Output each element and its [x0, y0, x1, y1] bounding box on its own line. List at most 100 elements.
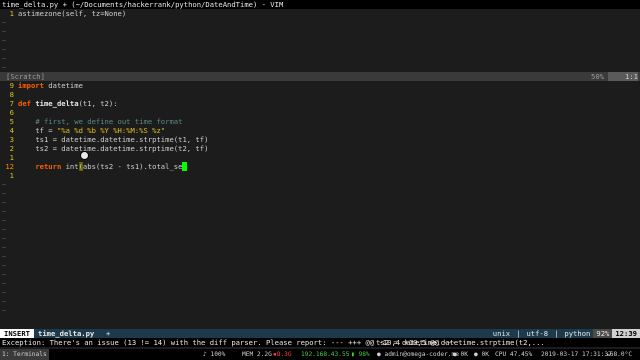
split-position: 1:1	[608, 72, 638, 81]
tilde-marker: ~	[2, 45, 7, 54]
tilde-marker: ~	[2, 27, 7, 36]
status-ok-2: ● 0K	[474, 349, 489, 360]
line-number: 1	[9, 171, 14, 180]
code-line[interactable]: 7 def time_delta(t1, t2):	[0, 99, 640, 108]
tilde-marker: ~	[2, 234, 7, 243]
battery-value: 98%	[358, 351, 370, 358]
line-text: astimezone(self, tz=None)	[18, 9, 127, 18]
tilde-marker: ~	[2, 270, 7, 279]
line-number: 5	[9, 117, 14, 126]
line-number: 1	[9, 9, 14, 18]
tilde-marker: ~	[2, 198, 7, 207]
code-line[interactable]: 6	[0, 108, 640, 117]
battery-indicator: ▮ 98%	[351, 349, 370, 360]
ok-value: 0K	[481, 351, 489, 358]
code-line[interactable]: 9 import datetime	[0, 81, 640, 90]
file-format: unix	[492, 329, 511, 338]
line-number: 9	[9, 81, 14, 90]
current-line-number: 12	[5, 162, 14, 171]
cursor-position: 12:39	[612, 329, 640, 338]
line-number: 7	[9, 99, 14, 108]
line-number: 4	[9, 126, 14, 135]
tilde-marker: ~	[2, 216, 7, 225]
clock: 2019-03-17 17:31:37	[541, 351, 612, 358]
disk-value: 8.3G	[276, 351, 292, 358]
tilde-marker: ~	[2, 36, 7, 45]
code-line[interactable]: 8	[0, 90, 640, 99]
tilde-marker: ~	[2, 207, 7, 216]
modified-flag: +	[106, 329, 111, 338]
code-text: datetime	[43, 81, 83, 90]
code-text: tf =	[35, 126, 57, 135]
speaker-icon: ♪	[203, 351, 207, 358]
keyword: return	[35, 162, 62, 171]
ip-address: 192.168.43.55	[301, 351, 350, 358]
split-buffer-name: [Scratch]	[6, 72, 45, 81]
code-text: ts2 = datetime.datetime.strptime(t2, tf)	[35, 144, 209, 153]
line-number: 2	[9, 144, 14, 153]
volume-value: 100%	[210, 351, 226, 358]
code-text: ts1 = datetime.datetime.strptime(t1, tf)	[35, 135, 209, 144]
scratch-split-bar[interactable]: [Scratch] 50% 1:1	[0, 72, 640, 81]
code-line[interactable]: 1	[0, 153, 640, 162]
code-line[interactable]: 2 ts2 = datetime.datetime.strptime(t2, t…	[0, 144, 640, 153]
current-code-line[interactable]: 12 return int(abs(ts2 - ts1).total_se	[0, 162, 640, 171]
comment: # first, we define out time format	[35, 117, 183, 126]
tilde-marker: ~	[2, 180, 7, 189]
top-line-1[interactable]: 1 astimezone(self, tz=None)	[0, 9, 640, 18]
status-filename: time_delta.py	[38, 329, 95, 338]
ok-value: 0K	[460, 351, 468, 358]
disk-indicator: ▪8.3G	[273, 349, 292, 360]
tilde-marker: ~	[2, 243, 7, 252]
line-number: 3	[9, 135, 14, 144]
code-line[interactable]: 4 tf = "%a %d %b %Y %H:%M:%S %z"	[0, 126, 640, 135]
split-percent: 50%	[591, 72, 604, 81]
code-line[interactable]: 5 # first, we define out time format	[0, 117, 640, 126]
code-line[interactable]: 1	[0, 171, 640, 180]
text-cursor	[182, 162, 188, 171]
mouse-pointer-icon	[80, 151, 89, 160]
mode-indicator: INSERT	[0, 329, 34, 338]
file-type: python	[564, 329, 591, 338]
code-text: (t1, t2):	[78, 99, 118, 108]
tilde-marker: ~	[2, 252, 7, 261]
top-pane[interactable]: 1 astimezone(self, tz=None) ~ ~ ~ ~ ~ ~	[0, 9, 640, 72]
check-icon: ●	[474, 351, 478, 358]
window-title: time_delta.py + (~/Documents/hackerrank/…	[0, 0, 640, 9]
tilde-marker: ~	[2, 54, 7, 63]
user-host: ● admin@omega-coder.me	[377, 349, 459, 360]
signature-hint: ts2 = datetime.datetime.strptime(t2,...	[376, 338, 545, 347]
status-ok-1: ● 0K	[453, 349, 468, 360]
battery-icon: ▮	[351, 351, 355, 358]
code-line[interactable]: 3 ts1 = datetime.datetime.strptime(t1, t…	[0, 135, 640, 144]
user-icon: ●	[377, 351, 381, 358]
tilde-marker: ~	[2, 261, 7, 270]
volume-indicator: ♪ 100%	[203, 349, 225, 360]
workspace-tab[interactable]: 1: Terminals	[0, 349, 49, 360]
tilde-marker: ~	[2, 279, 7, 288]
tilde-marker: ~	[2, 288, 7, 297]
string-literal: "%a %d %b %Y %H:%M:%S %z"	[56, 126, 166, 135]
line-number: 1	[9, 153, 14, 162]
line-number: 8	[9, 90, 14, 99]
editor-pane[interactable]: 9 import datetime 8 7 def time_delta(t1, t…	[0, 81, 640, 315]
user-value: admin@omega-coder.me	[384, 351, 459, 358]
file-percent: 92%	[593, 329, 613, 338]
code-text: int	[61, 162, 79, 171]
line-number: 6	[9, 108, 14, 117]
tilde-marker: ~	[2, 63, 7, 72]
temperature-value: 68.0°C	[609, 351, 633, 358]
tilde-marker: ~	[2, 18, 7, 27]
file-encoding: utf-8	[526, 329, 549, 338]
tilde-marker: ~	[2, 225, 7, 234]
cpu-indicator: CPU 47.45%	[495, 351, 533, 358]
code-text: abs(ts2 - ts1).total_se	[82, 162, 183, 171]
message-line: Exception: There's an issue (13 != 14) w…	[0, 338, 640, 347]
memory-indicator: MEM 2.2G	[242, 351, 272, 358]
tilde-marker: ~	[2, 189, 7, 198]
vim-statusline: INSERT time_delta.py + unix | utf-8 | py…	[0, 329, 640, 338]
tilde-marker: ~	[2, 297, 7, 306]
check-icon: ●	[453, 351, 457, 358]
system-taskbar: 1: Terminals ♪ 100% MEM 2.2G ▪8.3G 192.1…	[0, 349, 640, 360]
temperature-indicator: ▴68.0°C	[606, 349, 632, 360]
